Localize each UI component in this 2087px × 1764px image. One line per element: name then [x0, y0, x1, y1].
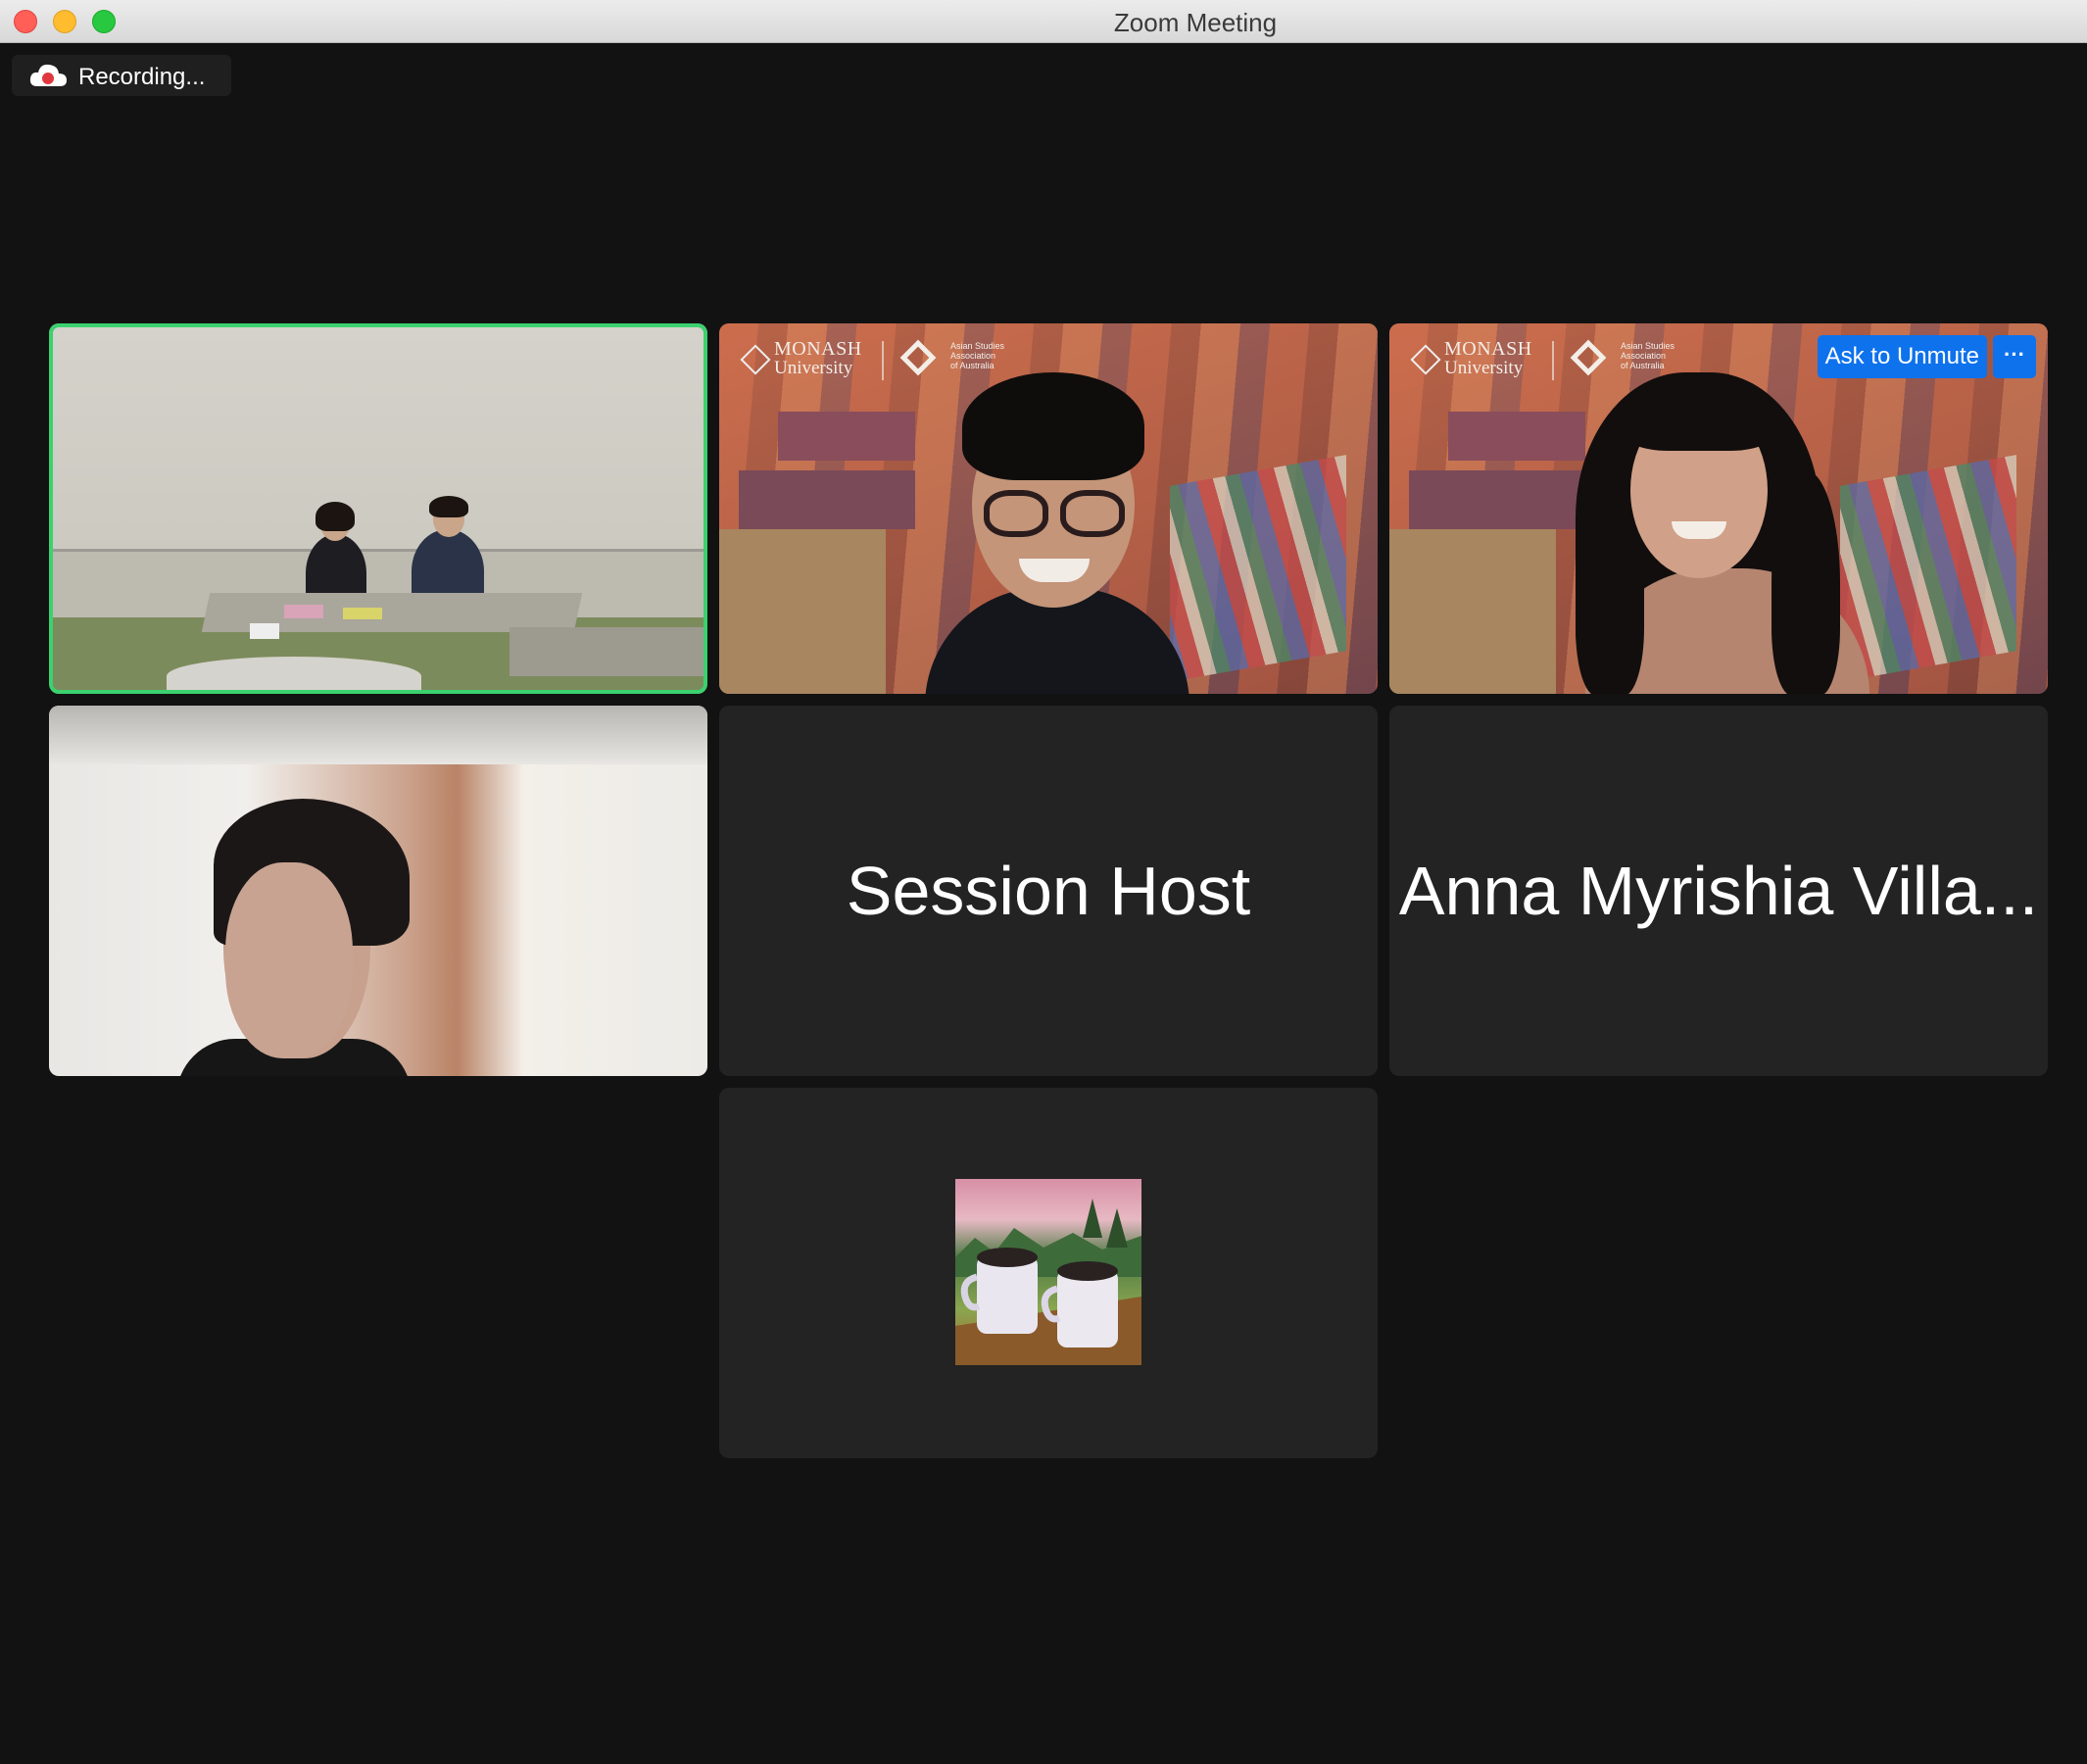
profile-picture — [955, 1179, 1141, 1365]
video-tile-avatar[interactable] — [719, 1088, 1378, 1458]
window-titlebar: Zoom Meeting — [0, 0, 2087, 43]
ask-to-unmute-button[interactable]: Ask to Unmute — [1817, 335, 1987, 378]
coffee-mugs-icon — [955, 1199, 1141, 1365]
brand-sub: University — [1444, 358, 1524, 378]
brand-org: MONASH — [1444, 338, 1532, 360]
recording-indicator[interactable]: Recording... — [12, 55, 231, 96]
video-tile-presenter[interactable]: MONASH University Asian Studies Associat… — [719, 323, 1378, 694]
participant-name: Anna Myrishia Villa... — [1398, 853, 2039, 929]
brand-org: MONASH — [774, 338, 862, 360]
cloud-recording-icon — [29, 64, 67, 86]
video-tile-name-only[interactable]: Session Host — [719, 706, 1378, 1076]
participant-name: Session Host — [846, 853, 1251, 929]
window-title: Zoom Meeting — [1113, 8, 1278, 37]
video-tile-classroom[interactable] — [49, 323, 707, 694]
video-tile-name-only[interactable]: Anna Myrishia Villa... — [1389, 706, 2048, 1076]
video-tile-participant[interactable]: MONASH University Asian Studies Associat… — [1389, 323, 2048, 694]
recording-label: Recording... — [78, 64, 206, 90]
video-tile-participant[interactable] — [49, 706, 707, 1076]
more-options-button[interactable]: ··· — [1993, 335, 2036, 378]
brand-sub: University — [774, 358, 853, 378]
